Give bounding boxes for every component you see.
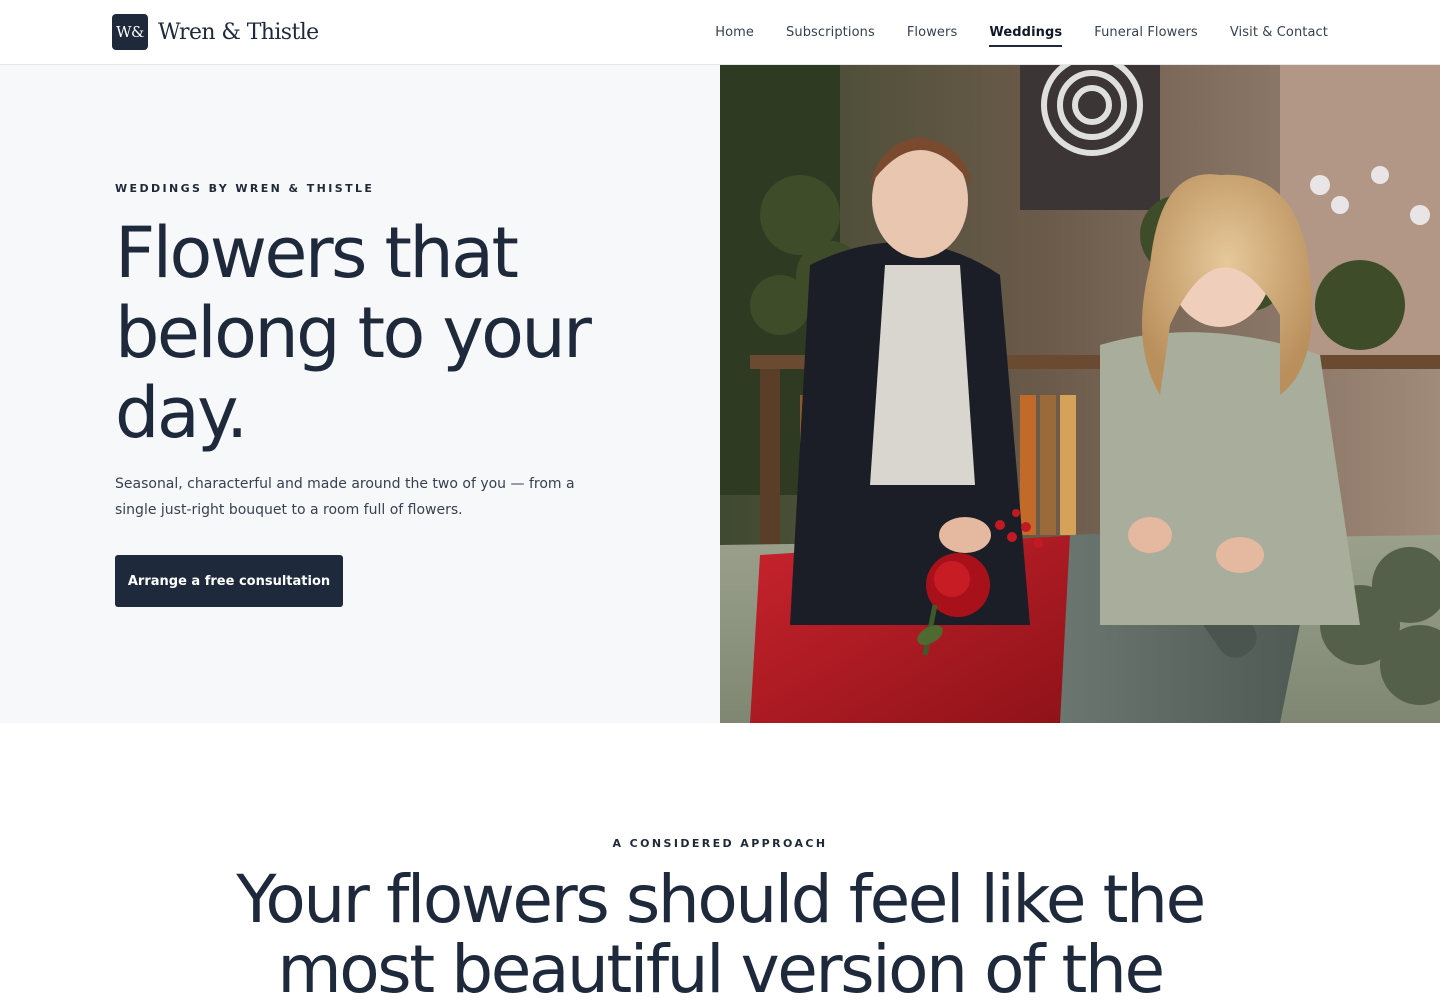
hero-subtitle: Seasonal, characterful and made around t… <box>115 476 575 518</box>
brand-logo-link[interactable]: W& Wren & Thistle <box>112 14 319 50</box>
nav-link-weddings[interactable]: Weddings <box>989 25 1062 47</box>
hero-title: Flowers that belong to your day. <box>115 212 592 454</box>
main-nav: Home Subscriptions Flowers Weddings Fune… <box>715 0 1328 64</box>
hero-eyebrow: WEDDINGS BY WREN & THISTLE <box>115 182 375 195</box>
approach-eyebrow: A CONSIDERED APPROACH <box>612 837 828 850</box>
approach-title: Your flowers should feel like the most b… <box>236 861 1206 1000</box>
brand-name: Wren & Thistle <box>158 19 319 45</box>
hero-photo-florists <box>720 65 1440 723</box>
nav-link-flowers[interactable]: Flowers <box>907 25 958 40</box>
approach-section: A CONSIDERED APPROACH Your flowers shoul… <box>0 723 1440 1000</box>
nav-link-funeral-flowers[interactable]: Funeral Flowers <box>1094 25 1198 40</box>
hero-copy-panel: WEDDINGS BY WREN & THISTLE Flowers that … <box>0 65 720 723</box>
nav-link-home[interactable]: Home <box>715 25 754 40</box>
site-header: W& Wren & Thistle Home Subscriptions Flo… <box>0 0 1440 65</box>
nav-link-subscriptions[interactable]: Subscriptions <box>786 25 875 40</box>
hero-section: WEDDINGS BY WREN & THISTLE Flowers that … <box>0 65 1440 723</box>
brand-monogram: W& <box>112 14 148 50</box>
arrange-consultation-button[interactable]: Arrange a free consultation <box>115 555 343 607</box>
nav-link-visit-contact[interactable]: Visit & Contact <box>1230 25 1328 40</box>
